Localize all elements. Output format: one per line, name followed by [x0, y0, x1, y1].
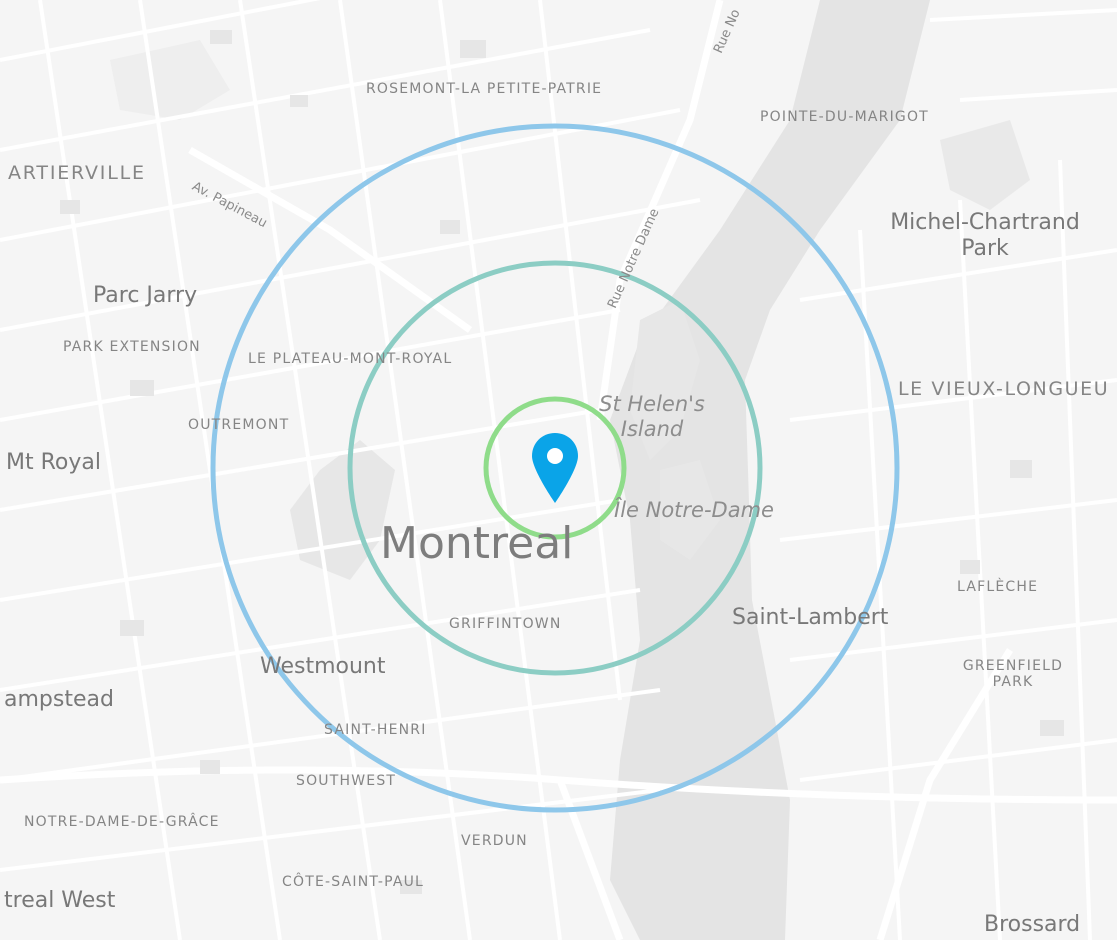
- label-outremont: OUTREMONT: [188, 417, 290, 433]
- label-greenfield-park: GREENFIELD PARK: [962, 658, 1064, 690]
- label-notre-dame-de-grace: NOTRE-DAME-DE-GRÂCE: [24, 814, 220, 830]
- label-artierville: ARTIERVILLE: [8, 162, 146, 184]
- label-city-montreal: Montreal: [380, 518, 574, 569]
- label-st-helens-island: St Helen's Island: [599, 392, 705, 441]
- label-verdun: VERDUN: [461, 833, 528, 849]
- label-brossard: Brossard: [984, 912, 1081, 937]
- label-saint-henri: SAINT-HENRI: [324, 722, 427, 738]
- label-plateau-mont-royal: LE PLATEAU-MONT-ROYAL: [248, 351, 453, 367]
- label-ile-notre-dame: Île Notre-Dame: [614, 498, 774, 522]
- label-griffintown: GRIFFINTOWN: [449, 616, 562, 632]
- label-le-vieux-longueuil: LE VIEUX-LONGUEU: [898, 378, 1110, 400]
- label-rosemont: ROSEMONT-LA PETITE-PATRIE: [366, 81, 603, 97]
- label-michel-chartrand-park: Michel-Chartrand Park: [890, 210, 1080, 261]
- map-base: [0, 0, 1117, 940]
- label-montreal-west: treal West: [4, 888, 116, 913]
- label-cote-saint-paul: CÔTE-SAINT-PAUL: [282, 874, 425, 890]
- label-lafleche: LAFLÈCHE: [957, 579, 1039, 595]
- label-westmount: Westmount: [260, 654, 386, 679]
- label-pointe-du-marigot: POINTE-DU-MARIGOT: [760, 109, 929, 125]
- map-view[interactable]: ROSEMONT-LA PETITE-PATRIE POINTE-DU-MARI…: [0, 0, 1117, 940]
- label-park-extension: PARK EXTENSION: [63, 339, 201, 355]
- label-parc-jarry: Parc Jarry: [93, 283, 198, 308]
- label-mt-royal: Mt Royal: [6, 450, 101, 475]
- label-hampstead: ampstead: [4, 687, 114, 712]
- label-southwest: SOUTHWEST: [296, 773, 397, 789]
- label-saint-lambert: Saint-Lambert: [732, 605, 889, 630]
